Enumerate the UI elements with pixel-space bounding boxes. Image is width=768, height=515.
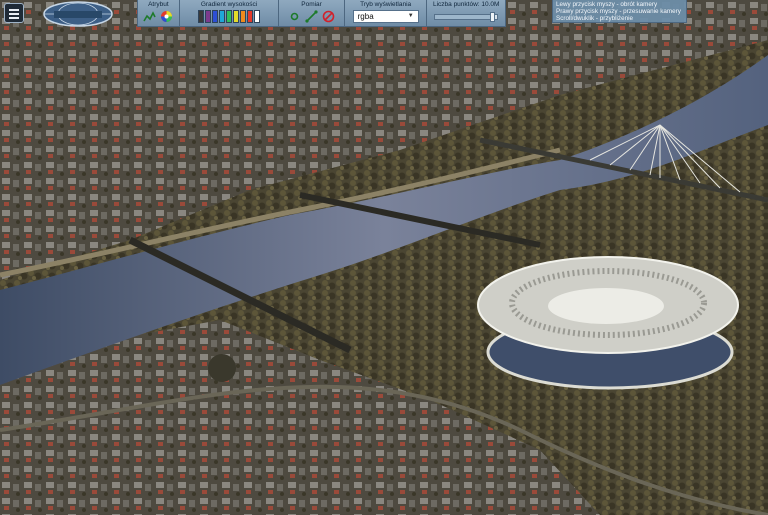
height-gradient-label: Gradient wysokości — [200, 1, 258, 8]
roundabout — [208, 354, 236, 382]
measurement-section: Pomiar — [279, 0, 345, 26]
terrain-icon[interactable] — [143, 10, 157, 23]
gradient-swatch[interactable] — [240, 10, 246, 23]
display-mode-value: rgba — [357, 12, 374, 21]
toolbar: Atrybut Gradient wysokości Pomiar Tryb w… — [137, 0, 506, 27]
attribute-label: Atrybut — [148, 1, 169, 8]
chevron-down-icon: ▼ — [407, 13, 414, 19]
color-wheel-icon[interactable] — [160, 10, 173, 23]
point-count-label: Liczba punktów: 10.0M — [432, 1, 500, 8]
display-mode-section: Tryb wyświetlania rgba ▼ — [345, 0, 428, 26]
gradient-swatch[interactable] — [219, 10, 225, 23]
gradient-swatch[interactable] — [226, 10, 232, 23]
controls-help-panel: Lewy przycisk myszy - obrót kamery Prawy… — [552, 0, 687, 23]
distance-icon[interactable] — [305, 10, 318, 23]
point-cloud-view[interactable] — [0, 0, 768, 515]
display-mode-select[interactable]: rgba ▼ — [352, 10, 419, 23]
help-line-zoom: Scroll/dwuklik - przybliżenie — [556, 15, 633, 23]
point-count-slider-thumb[interactable] — [490, 11, 496, 22]
gradient-swatch[interactable] — [254, 10, 260, 23]
gradient-swatch[interactable] — [198, 10, 204, 23]
gradient-swatch[interactable] — [233, 10, 239, 23]
point-count-section: Liczba punktów: 10.0M — [427, 0, 505, 26]
help-line-rotate: Lewy przycisk myszy - obrót kamery — [556, 1, 658, 8]
gradient-swatch[interactable] — [212, 10, 218, 23]
point-icon[interactable] — [288, 10, 301, 23]
company-logo — [43, 1, 113, 27]
help-line-pan: Prawy przycisk myszy - przesuwanie kamer… — [556, 8, 681, 16]
gradient-swatch[interactable] — [247, 10, 253, 23]
height-gradient-section: Gradient wysokości — [180, 0, 280, 26]
measurement-label: Pomiar — [301, 1, 322, 8]
menu-button[interactable] — [4, 3, 24, 23]
point-count-slider[interactable] — [434, 11, 499, 22]
gradient-swatch[interactable] — [205, 10, 211, 23]
point-count-slider-fill — [435, 14, 496, 19]
display-mode-label: Tryb wyświetlania — [360, 1, 412, 8]
stadium-field — [548, 288, 664, 324]
cancel-icon[interactable] — [322, 10, 335, 23]
height-gradient-swatches[interactable] — [198, 10, 260, 23]
attribute-section: Atrybut — [138, 0, 180, 26]
